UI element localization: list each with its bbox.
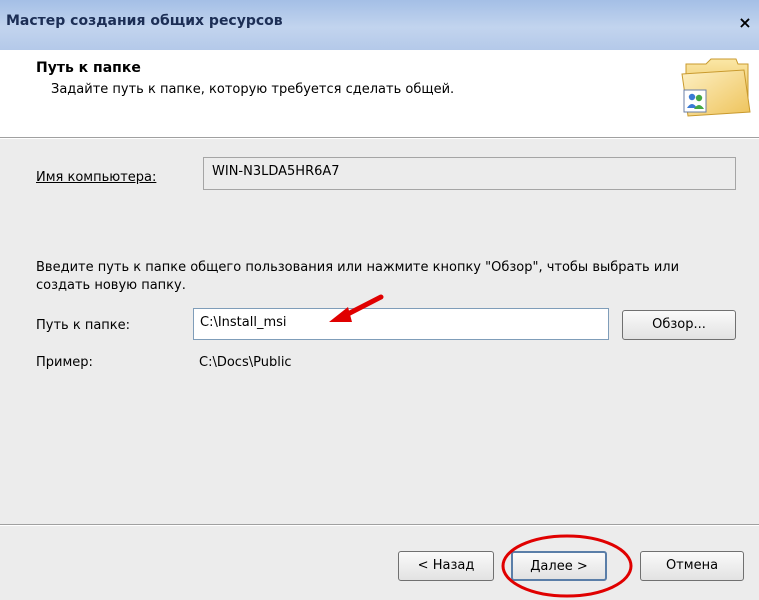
- shared-folder-icon: [681, 58, 751, 117]
- browse-button[interactable]: Обзор...: [622, 310, 736, 340]
- folder-path-input[interactable]: C:\Install_msi: [193, 308, 609, 340]
- computer-name-label-text: Имя компьютера:: [36, 170, 157, 185]
- folder-path-label: Путь к папке:: [36, 318, 131, 333]
- computer-name-field: WIN-N3LDA5HR6A7: [203, 157, 736, 190]
- page-title: Путь к папке: [36, 60, 141, 76]
- back-button[interactable]: < Назад: [398, 551, 494, 581]
- example-value: C:\Docs\Public: [199, 355, 292, 370]
- window-title: Мастер создания общих ресурсов: [6, 13, 283, 29]
- next-button[interactable]: Далее >: [511, 551, 607, 581]
- cancel-button[interactable]: Отмена: [640, 551, 744, 581]
- example-label: Пример:: [36, 355, 93, 370]
- computer-name-label: Имя компьютера:: [36, 170, 156, 185]
- instructions-text: Введите путь к папке общего пользования …: [36, 260, 680, 293]
- page-subtitle: Задайте путь к папке, которую требуется …: [51, 82, 455, 97]
- close-icon[interactable]: ×: [736, 13, 754, 33]
